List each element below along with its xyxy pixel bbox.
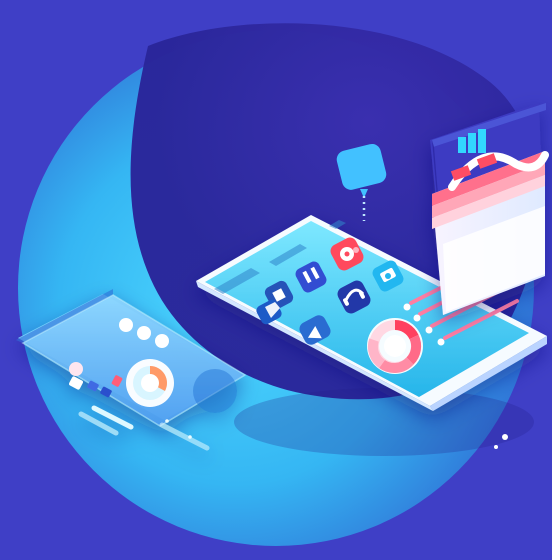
left-card-dot-2 bbox=[137, 326, 151, 340]
illustration-canvas bbox=[0, 0, 552, 560]
avatar bbox=[69, 362, 83, 376]
left-card-dot-3 bbox=[155, 334, 169, 348]
left-card-dot-1 bbox=[119, 318, 133, 332]
